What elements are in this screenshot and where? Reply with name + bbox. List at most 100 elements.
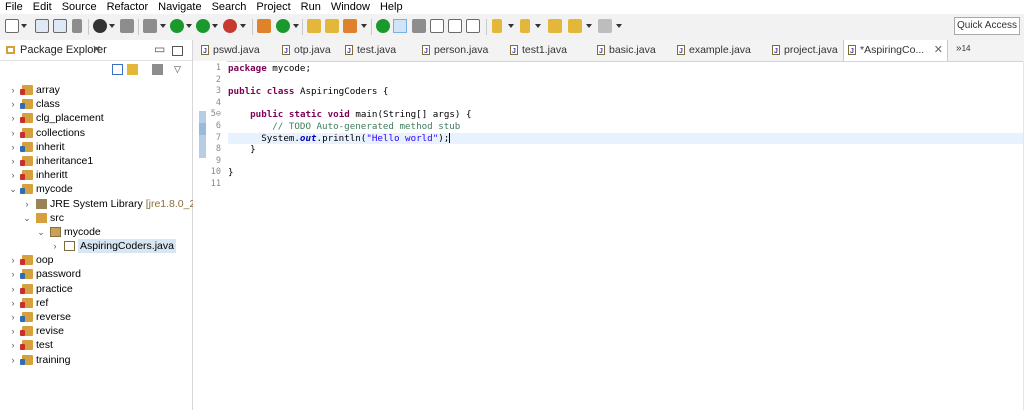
- editor-tab[interactable]: basic.java: [593, 40, 670, 62]
- more-tabs-button[interactable]: »14: [956, 43, 970, 54]
- chevron-right-icon[interactable]: ›: [8, 338, 18, 352]
- previous-annotation-icon[interactable]: [520, 19, 530, 33]
- previous-annotation-dropdown-icon[interactable]: [535, 23, 542, 30]
- external-tools-icon[interactable]: [223, 19, 237, 33]
- save-icon[interactable]: [35, 19, 49, 33]
- show-pilcrow-icon[interactable]: [466, 19, 480, 33]
- menu-source[interactable]: Source: [57, 0, 102, 14]
- chevron-right-icon[interactable]: ›: [8, 97, 18, 111]
- tree-item-password[interactable]: › password: [0, 267, 192, 281]
- maximize-icon[interactable]: [172, 46, 183, 56]
- forward-dropdown-icon[interactable]: [616, 23, 623, 30]
- run-icon[interactable]: [170, 19, 184, 33]
- menu-search[interactable]: Search: [207, 0, 252, 14]
- new-dropdown-icon[interactable]: [21, 23, 28, 30]
- tree-item-array[interactable]: › array: [0, 83, 192, 97]
- new-icon[interactable]: [5, 19, 19, 33]
- chevron-down-icon[interactable]: ⌄: [22, 211, 32, 225]
- minimize-icon[interactable]: ▭: [154, 42, 165, 56]
- tree-item-inherit[interactable]: › inherit: [0, 140, 192, 154]
- save-all-icon[interactable]: [53, 19, 67, 33]
- chevron-down-icon[interactable]: ⌄: [36, 225, 46, 239]
- tree-item-reverse[interactable]: › reverse: [0, 310, 192, 324]
- chevron-right-icon[interactable]: ›: [22, 197, 32, 211]
- menu-project[interactable]: Project: [251, 0, 295, 14]
- new-java-project-icon[interactable]: [257, 19, 271, 33]
- tree-item-jre-system-library[interactable]: › JRE System Library [jre1.8.0_211]: [0, 197, 210, 211]
- tree-item-mycode[interactable]: ⌄ mycode: [0, 225, 192, 239]
- word-wrap-icon[interactable]: [412, 19, 426, 33]
- tree-item-inheritance1[interactable]: › inheritance1: [0, 154, 192, 168]
- coverage-icon[interactable]: [196, 19, 210, 33]
- chevron-right-icon[interactable]: ›: [8, 140, 18, 154]
- chevron-right-icon[interactable]: ›: [50, 239, 60, 253]
- run-dropdown-icon[interactable]: [186, 23, 193, 30]
- editor-tab[interactable]: *AspiringCo... ✕: [843, 40, 948, 62]
- toggle-mark-occurrences-icon[interactable]: [393, 19, 407, 33]
- print-icon[interactable]: [72, 19, 82, 33]
- tree-item-practice[interactable]: › practice: [0, 282, 192, 296]
- view-menu-icon[interactable]: ▽: [174, 64, 185, 75]
- tree-item-test[interactable]: › test: [0, 338, 192, 352]
- menu-help[interactable]: Help: [375, 0, 408, 14]
- focus-icon[interactable]: [152, 64, 163, 75]
- editor-tab[interactable]: test1.java: [506, 40, 590, 62]
- chevron-right-icon[interactable]: ›: [8, 126, 18, 140]
- tree-item-collections[interactable]: › collections: [0, 126, 192, 140]
- code-editor[interactable]: package mycode; public class AspiringCode…: [228, 63, 1024, 191]
- editor-tab[interactable]: project.java: [768, 40, 840, 62]
- chevron-right-icon[interactable]: ›: [8, 267, 18, 281]
- editor-tab[interactable]: test.java: [341, 40, 415, 62]
- menu-run[interactable]: Run: [296, 0, 326, 14]
- chevron-right-icon[interactable]: ›: [8, 111, 18, 125]
- search-dropdown-icon[interactable]: [361, 23, 368, 30]
- dropdown-icon[interactable]: [109, 23, 116, 30]
- tree-item-aspiringcoders-java[interactable]: › AspiringCoders.java: [0, 239, 192, 254]
- skip-breakpoints-icon[interactable]: [120, 19, 134, 33]
- tree-item-ref[interactable]: › ref: [0, 296, 192, 310]
- back-icon[interactable]: [568, 19, 582, 33]
- collapse-all-icon[interactable]: [112, 64, 123, 75]
- tree-item-clg-placement[interactable]: › clg_placement: [0, 111, 192, 125]
- tree-item-src[interactable]: ⌄ src: [0, 211, 192, 225]
- tree-item-oop[interactable]: › oop: [0, 253, 192, 267]
- open-task-icon[interactable]: [325, 19, 339, 33]
- chevron-right-icon[interactable]: ›: [8, 282, 18, 296]
- debug-icon[interactable]: [143, 19, 157, 33]
- chevron-right-icon[interactable]: ›: [8, 154, 18, 168]
- tree-item-inheritt[interactable]: › inheritt: [0, 168, 192, 182]
- menu-window[interactable]: Window: [326, 0, 375, 14]
- chevron-right-icon[interactable]: ›: [8, 296, 18, 310]
- show-whitespace-icon[interactable]: [448, 19, 462, 33]
- menu-file[interactable]: File: [0, 0, 28, 14]
- editor-tab[interactable]: example.java: [673, 40, 765, 62]
- close-icon[interactable]: ✕: [92, 43, 101, 56]
- chevron-down-icon[interactable]: ⌄: [8, 182, 18, 196]
- tree-item-class[interactable]: › class: [0, 97, 192, 111]
- package-explorer-tab[interactable]: Package Explorer ✕ ▭: [0, 40, 192, 61]
- editor-tab[interactable]: pswd.java: [197, 40, 275, 62]
- close-tab-icon[interactable]: ✕: [934, 40, 943, 61]
- editor-tab[interactable]: person.java: [418, 40, 503, 62]
- chevron-right-icon[interactable]: ›: [8, 310, 18, 324]
- open-type-icon[interactable]: [307, 19, 321, 33]
- menu-navigate[interactable]: Navigate: [153, 0, 206, 14]
- last-edit-location-icon[interactable]: [548, 19, 562, 33]
- tree-item-training[interactable]: › training: [0, 353, 192, 367]
- chevron-right-icon[interactable]: ›: [8, 353, 18, 367]
- editor-tab[interactable]: otp.java: [278, 40, 338, 62]
- tree-item-revise[interactable]: › revise: [0, 324, 192, 338]
- chevron-right-icon[interactable]: ›: [8, 168, 18, 182]
- forward-icon[interactable]: [598, 19, 612, 33]
- menu-edit[interactable]: Edit: [28, 0, 57, 14]
- run-last-icon[interactable]: [93, 19, 107, 33]
- back-dropdown-icon[interactable]: [586, 23, 593, 30]
- search-icon[interactable]: [343, 19, 357, 33]
- coverage-dropdown-icon[interactable]: [212, 23, 219, 30]
- link-with-editor-icon[interactable]: [127, 64, 138, 75]
- external-tools-dropdown-icon[interactable]: [240, 23, 247, 30]
- next-annotation-icon[interactable]: [376, 19, 390, 33]
- block-selection-icon[interactable]: [430, 19, 444, 33]
- debug-dropdown-icon[interactable]: [160, 23, 167, 30]
- new-class-dropdown-icon[interactable]: [293, 23, 300, 30]
